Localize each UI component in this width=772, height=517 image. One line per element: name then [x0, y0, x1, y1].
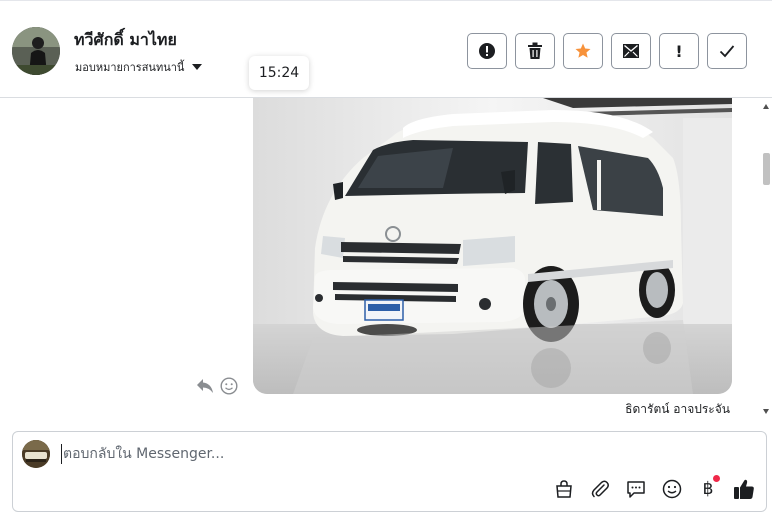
attachment-button[interactable] [588, 477, 612, 501]
emoji-button[interactable] [660, 477, 684, 501]
time-tooltip: 15:24 [249, 56, 309, 90]
thumbs-up-icon [734, 479, 754, 499]
mark-unread-button[interactable] [611, 33, 651, 69]
contact-avatar[interactable] [12, 27, 60, 75]
van-photo [253, 98, 732, 394]
caret-down-icon [192, 64, 203, 70]
notification-dot [713, 475, 720, 482]
star-button[interactable] [563, 33, 603, 69]
conversation-header: ทวีศักดิ์ มาไทย มอบหมายการสนทนานี้ 15:24 [0, 0, 772, 98]
envelope-icon [623, 44, 639, 58]
exclamation-icon: ! [675, 41, 683, 61]
scroll-up-arrow-icon[interactable] [763, 104, 769, 109]
scroll-thumb[interactable] [763, 153, 770, 185]
payment-icon: ฿ [702, 479, 714, 499]
image-message[interactable] [253, 98, 732, 394]
mark-spam-button[interactable] [467, 33, 507, 69]
page-avatar [22, 440, 50, 468]
emoji-icon [662, 479, 682, 499]
message-thread: ธิดารัตน์ อาจประจัน [0, 98, 772, 420]
attachment-icon [591, 480, 609, 498]
alert-circle-icon [479, 43, 495, 59]
assign-conversation-dropdown[interactable]: มอบหมายการสนทนานี้ [75, 58, 203, 76]
star-icon [575, 43, 591, 58]
reply-input[interactable] [61, 444, 661, 464]
mark-done-button[interactable] [707, 33, 747, 69]
follow-up-button[interactable]: ! [659, 33, 699, 69]
composer-tools: ฿ [552, 475, 756, 501]
saved-replies-icon [627, 481, 645, 498]
reply-icon[interactable] [196, 378, 214, 394]
sender-name: ธิดารัตน์ อาจประจัน [625, 402, 730, 416]
check-icon [719, 45, 735, 58]
reply-composer: ฿ [12, 431, 767, 512]
scroll-down-arrow-icon[interactable] [763, 409, 769, 414]
shop-bag-icon [556, 480, 572, 498]
message-scrollbar[interactable] [760, 98, 772, 420]
conversation-actions: ! [467, 33, 747, 69]
shop-bag-button[interactable] [552, 477, 576, 501]
delete-button[interactable] [515, 33, 555, 69]
thumbs-up-button[interactable] [732, 477, 756, 501]
trash-icon [528, 42, 542, 59]
saved-replies-button[interactable] [624, 477, 648, 501]
assign-label: มอบหมายการสนทนานี้ [75, 61, 185, 74]
inbox-conversation-view: ทวีศักดิ์ มาไทย มอบหมายการสนทนานี้ 15:24 [0, 0, 772, 517]
contact-name[interactable]: ทวีศักดิ์ มาไทย [74, 28, 177, 53]
payment-button[interactable]: ฿ [696, 475, 720, 501]
message-tools [196, 377, 238, 395]
react-smiley-icon[interactable] [220, 377, 238, 395]
